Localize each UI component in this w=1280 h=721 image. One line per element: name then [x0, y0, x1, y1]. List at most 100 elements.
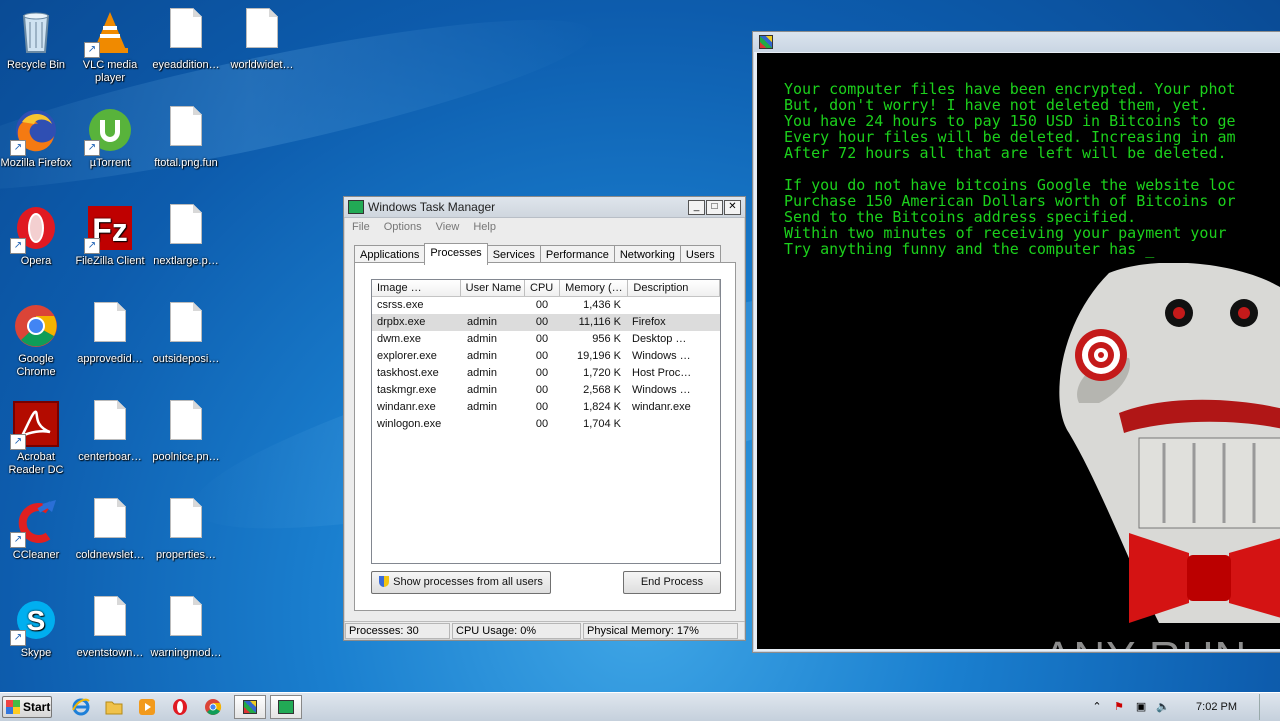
desktop-icon-skype[interactable]: S ↗ Skype: [0, 592, 74, 660]
process-list[interactable]: Image … User Name CPU Memory (… Descript…: [371, 279, 721, 564]
desktop-icon-ccleaner[interactable]: ↗ CCleaner: [0, 494, 74, 562]
show-desktop-button[interactable]: [1259, 694, 1270, 720]
cell-image-name: taskhost.exe: [377, 367, 439, 379]
column-description[interactable]: Description: [628, 280, 720, 296]
cell-cpu: 00: [535, 299, 549, 311]
desktop-icon-label: Opera: [20, 255, 52, 267]
file-icon: [170, 400, 202, 440]
jigsaw-puppet-image: [1059, 263, 1280, 623]
show-hidden-icons-icon[interactable]: ⌃: [1090, 700, 1104, 714]
desktop-icon-vlc[interactable]: ↗ VLC media player: [72, 4, 148, 85]
desktop-icon-file[interactable]: poolnice.pn…: [148, 396, 224, 464]
cell-cpu: 00: [535, 350, 549, 362]
cell-memory: 1,720 K: [583, 367, 621, 379]
status-bar: Processes: 30 CPU Usage: 0% Physical Mem…: [344, 621, 745, 640]
desktop-icon-label: Recycle Bin: [6, 59, 66, 71]
task-manager-icon: [348, 200, 364, 214]
cell-description: [627, 416, 720, 433]
desktop-icon-file[interactable]: approvedid…: [72, 298, 148, 366]
desktop-icon-utorrent[interactable]: ↗ µTorrent: [72, 102, 148, 170]
desktop-icon-label: centerboar…: [78, 451, 142, 463]
network-icon[interactable]: ▣: [1134, 700, 1148, 714]
acrobat-icon: ↗: [10, 400, 60, 450]
desktop-icon-file[interactable]: nextlarge.p…: [148, 200, 224, 268]
ransom-note-line: You have 24 hours to pay 150 USD in Bitc…: [784, 112, 1236, 130]
desktop-icon-file[interactable]: eyeaddition…: [148, 4, 224, 72]
file-icon: [170, 8, 202, 48]
cell-cpu: 00: [535, 333, 549, 345]
desktop-icon-chrome[interactable]: Google Chrome: [0, 298, 74, 379]
action-center-icon[interactable]: ⚑: [1112, 700, 1126, 714]
task-manager-window[interactable]: Windows Task Manager _ □ ✕ File Options …: [343, 196, 746, 641]
column-image-name[interactable]: Image …: [372, 280, 461, 296]
taskbar-ransom-window-button[interactable]: [234, 695, 266, 719]
table-row[interactable]: drpbx.exe admin 00 11,116 K Firefox: [372, 314, 720, 331]
table-row[interactable]: winlogon.exe 00 1,704 K: [372, 416, 720, 433]
desktop-icon-label: approvedid…: [77, 353, 143, 365]
cell-cpu: 00: [535, 418, 549, 430]
ransom-window[interactable]: Your computer files have been encrypted.…: [752, 31, 1280, 653]
ransom-note-line: Purchase 150 American Dollars worth of B…: [784, 192, 1236, 210]
desktop-icon-file[interactable]: ftotal.png.fun: [148, 102, 224, 170]
column-cpu[interactable]: CPU: [525, 280, 561, 296]
desktop-icon-file[interactable]: outsideposi…: [148, 298, 224, 366]
desktop-icon-firefox[interactable]: ↗ Mozilla Firefox: [0, 102, 74, 170]
cell-memory: 19,196 K: [576, 350, 621, 362]
cell-cpu: 00: [535, 367, 549, 379]
column-memory[interactable]: Memory (…: [560, 280, 629, 296]
desktop-icon-filezilla[interactable]: Fz ↗ FileZilla Client: [72, 200, 148, 268]
ransom-note-line: Your computer files have been encrypted.…: [784, 80, 1236, 98]
minimize-button[interactable]: _: [688, 200, 705, 215]
desktop-icon-label: µTorrent: [89, 157, 131, 169]
app-icon: [759, 35, 773, 49]
desktop-icon-opera[interactable]: ↗ Opera: [0, 200, 74, 268]
clock[interactable]: 7:02 PM: [1196, 701, 1237, 713]
chrome-taskbar-icon[interactable]: [202, 697, 224, 717]
ransom-window-titlebar[interactable]: [753, 32, 1280, 52]
table-row[interactable]: taskhost.exe admin 00 1,720 K Host Proc…: [372, 365, 720, 382]
desktop-icon-file[interactable]: coldnewslet…: [72, 494, 148, 562]
cell-memory: 2,568 K: [583, 384, 621, 396]
show-all-processes-button[interactable]: Show processes from all users: [371, 571, 551, 594]
uac-shield-icon: [379, 576, 390, 587]
desktop-icon-acrobat[interactable]: ↗ Acrobat Reader DC: [0, 396, 74, 477]
desktop-icon-file[interactable]: eventstown…: [72, 592, 148, 660]
close-button[interactable]: ✕: [724, 200, 741, 215]
desktop-icon-label: outsideposi…: [152, 353, 220, 365]
volume-icon[interactable]: 🔈: [1156, 700, 1170, 714]
desktop-icon-file[interactable]: properties…: [148, 494, 224, 562]
opera-taskbar-icon[interactable]: [169, 697, 191, 717]
menu-view[interactable]: View: [436, 221, 460, 233]
ransom-note-line: Send to the Bitcoins address specified.: [784, 208, 1137, 226]
cell-image-name: csrss.exe: [377, 299, 424, 311]
media-player-icon[interactable]: [136, 697, 158, 717]
cell-description: Windows …: [632, 350, 691, 362]
desktop-icon-recycle-bin[interactable]: Recycle Bin: [0, 4, 74, 72]
menu-help[interactable]: Help: [473, 221, 496, 233]
cell-user-name: admin: [467, 333, 497, 345]
end-process-button[interactable]: End Process: [623, 571, 721, 594]
desktop-icon-file[interactable]: worldwidet…: [224, 4, 300, 72]
column-user-name[interactable]: User Name: [461, 280, 525, 296]
internet-explorer-icon[interactable]: [70, 697, 92, 717]
tab-processes[interactable]: Processes: [424, 243, 488, 265]
taskbar-task-manager-button[interactable]: [270, 695, 302, 719]
start-button[interactable]: Start: [2, 696, 52, 718]
table-row[interactable]: windanr.exe admin 00 1,824 K windanr.exe: [372, 399, 720, 416]
maximize-button[interactable]: □: [706, 200, 723, 215]
table-row[interactable]: explorer.exe admin 00 19,196 K Windows …: [372, 348, 720, 365]
menu-file[interactable]: File: [352, 221, 370, 233]
cell-user-name: [462, 297, 527, 314]
desktop-icon-file[interactable]: centerboar…: [72, 396, 148, 464]
file-icon: [170, 498, 202, 538]
file-explorer-icon[interactable]: [103, 697, 125, 717]
cell-user-name: admin: [467, 367, 497, 379]
desktop-icon-file[interactable]: warningmod…: [148, 592, 224, 660]
table-row[interactable]: dwm.exe admin 00 956 K Desktop …: [372, 331, 720, 348]
menu-options[interactable]: Options: [384, 221, 422, 233]
task-manager-titlebar[interactable]: Windows Task Manager _ □ ✕: [344, 197, 745, 218]
table-row[interactable]: taskmgr.exe admin 00 2,568 K Windows …: [372, 382, 720, 399]
cell-memory: 956 K: [592, 333, 621, 345]
cell-image-name: dwm.exe: [377, 333, 422, 345]
table-row[interactable]: csrss.exe 00 1,436 K: [372, 297, 720, 314]
